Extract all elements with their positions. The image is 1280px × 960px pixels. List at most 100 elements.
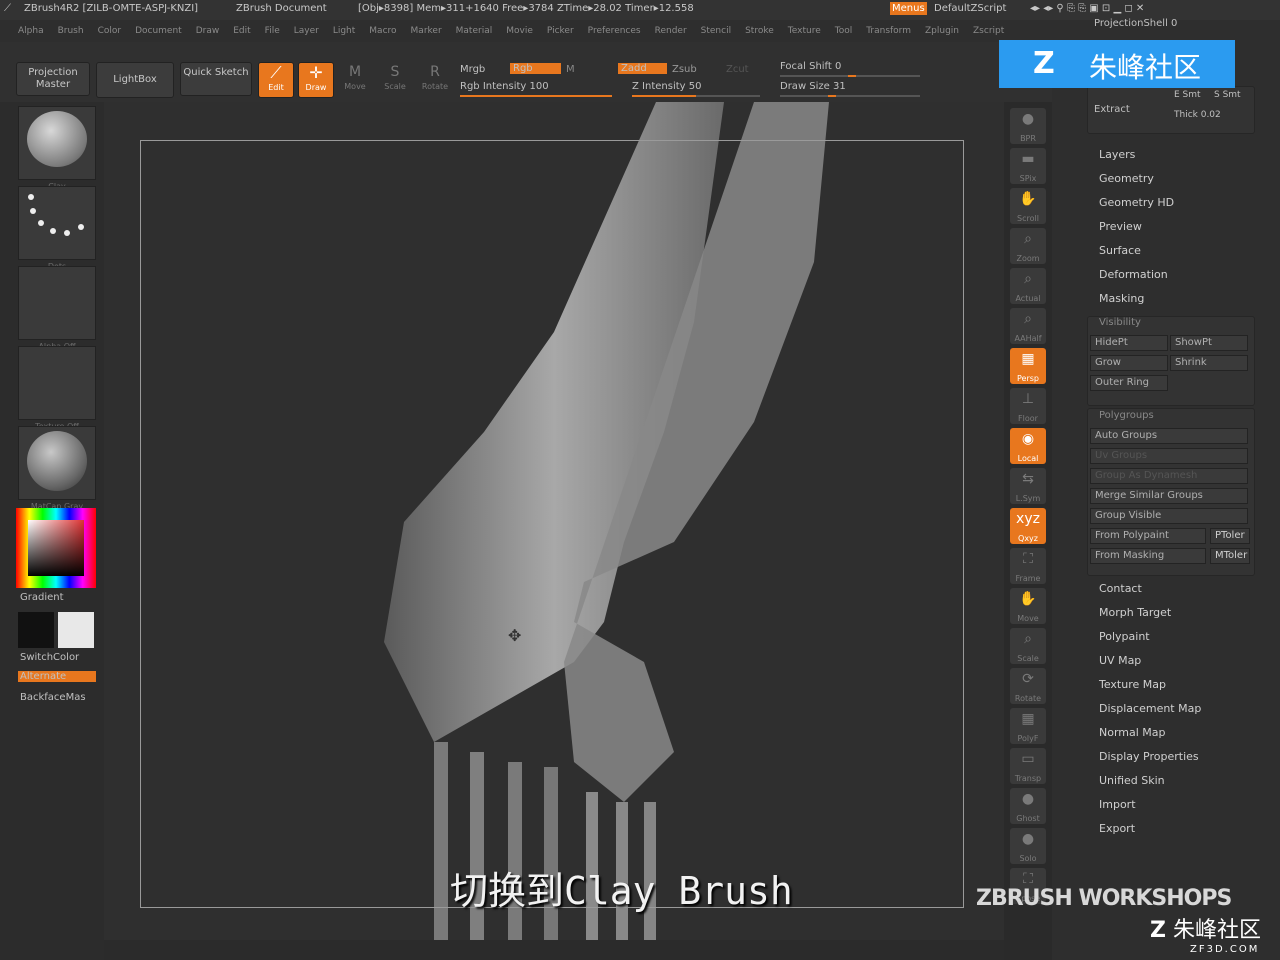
move-button[interactable]: ✋ Move <box>1010 588 1046 624</box>
menu-item[interactable]: Marker <box>411 26 442 36</box>
menu-item[interactable]: Zscript <box>973 26 1004 36</box>
gradient-label[interactable]: Gradient <box>20 592 64 603</box>
aahalf-button[interactable]: ⌕ AAHalf <box>1010 308 1046 344</box>
group-visible-button[interactable]: Group Visible <box>1090 508 1248 524</box>
brush-thumbnail[interactable]: Clay <box>18 106 96 191</box>
menu-item[interactable]: Color <box>98 26 122 36</box>
section-masking[interactable]: Masking <box>1099 292 1144 305</box>
zsub-button[interactable]: Zsub <box>672 64 697 75</box>
zadd-button[interactable]: Zadd <box>618 63 667 74</box>
section-uv-map[interactable]: UV Map <box>1099 654 1141 667</box>
l-sym-button[interactable]: ⇆ L.Sym <box>1010 468 1046 504</box>
rotate-button[interactable]: ⟳ Rotate <box>1010 668 1046 704</box>
rgb-intensity-slider[interactable] <box>460 95 612 97</box>
z-intensity-slider[interactable] <box>632 95 760 97</box>
draw-size-slider[interactable] <box>780 95 920 97</box>
scroll-button[interactable]: ✋ Scroll <box>1010 188 1046 224</box>
section-geometry[interactable]: Geometry <box>1099 172 1154 185</box>
alpha-thumbnail[interactable]: Alpha Off <box>18 266 96 351</box>
ptoler-slider[interactable]: PToler <box>1210 528 1250 544</box>
floor-button[interactable]: ⊥ Floor <box>1010 388 1046 424</box>
s-smt-slider[interactable]: S Smt <box>1214 90 1241 100</box>
menu-item[interactable]: Document <box>135 26 182 36</box>
draw-button[interactable]: ✛ Draw <box>298 62 334 98</box>
section-normal-map[interactable]: Normal Map <box>1099 726 1166 739</box>
draw-size-label[interactable]: Draw Size 31 <box>780 81 846 92</box>
section-morph-target[interactable]: Morph Target <box>1099 606 1171 619</box>
section-surface[interactable]: Surface <box>1099 244 1141 257</box>
section-geometry-hd[interactable]: Geometry HD <box>1099 196 1174 209</box>
move-button[interactable]: M Move <box>338 62 372 96</box>
auto-groups-button[interactable]: Auto Groups <box>1090 428 1248 444</box>
edit-button[interactable]: ⟋ Edit <box>258 62 294 98</box>
focal-shift-slider[interactable] <box>780 75 920 77</box>
menu-item[interactable]: Movie <box>506 26 533 36</box>
menu-item[interactable]: Brush <box>58 26 84 36</box>
section-texture-map[interactable]: Texture Map <box>1099 678 1166 691</box>
actual-button[interactable]: ⌕ Actual <box>1010 268 1046 304</box>
window-icons[interactable]: ◂▸ ◂▸ ⚲ ⎘ ⎘ ▣ ⊡ ▁ ◻ ✕ <box>1030 3 1144 14</box>
menu-item[interactable]: Draw <box>196 26 220 36</box>
polyf-button[interactable]: ▦ PolyF <box>1010 708 1046 744</box>
rgb-button[interactable]: Rgb <box>510 63 561 74</box>
scale-button[interactable]: ⌕ Scale <box>1010 628 1046 664</box>
menu-item[interactable]: Stencil <box>701 26 731 36</box>
mtoler-slider[interactable]: MToler <box>1210 548 1250 564</box>
menu-item[interactable]: Edit <box>233 26 250 36</box>
lightbox-button[interactable]: LightBox <box>96 62 174 98</box>
merge-similar-groups-button[interactable]: Merge Similar Groups <box>1090 488 1248 504</box>
e-smt-slider[interactable]: E Smt <box>1174 90 1201 100</box>
thick-slider[interactable]: Thick 0.02 <box>1174 110 1221 120</box>
section-export[interactable]: Export <box>1099 822 1135 835</box>
grow-button[interactable]: Grow <box>1090 355 1168 371</box>
ghost-button[interactable]: ● Ghost <box>1010 788 1046 824</box>
section-displacement-map[interactable]: Displacement Map <box>1099 702 1201 715</box>
menu-item[interactable]: Picker <box>547 26 574 36</box>
menu-item[interactable]: Layer <box>294 26 319 36</box>
section-import[interactable]: Import <box>1099 798 1136 811</box>
polygroups-title[interactable]: Polygroups <box>1099 410 1154 421</box>
projection-shell-slider[interactable]: ProjectionShell 0 <box>1094 18 1177 29</box>
section-deformation[interactable]: Deformation <box>1099 268 1168 281</box>
menu-item[interactable]: Texture <box>788 26 821 36</box>
mrgb-button[interactable]: Mrgb <box>460 64 485 75</box>
section-display-properties[interactable]: Display Properties <box>1099 750 1199 763</box>
rgb-intensity-label[interactable]: Rgb Intensity 100 <box>460 81 549 92</box>
from-masking-button[interactable]: From Masking <box>1090 548 1206 564</box>
material-thumbnail[interactable]: MatCap Gray <box>18 426 96 511</box>
scale-button[interactable]: S Scale <box>378 62 412 96</box>
outer-ring-button[interactable]: Outer Ring <box>1090 375 1168 391</box>
showpt-button[interactable]: ShowPt <box>1170 335 1248 351</box>
menu-item[interactable]: Light <box>333 26 355 36</box>
color-square[interactable] <box>28 520 84 576</box>
section-polypaint[interactable]: Polypaint <box>1099 630 1150 643</box>
visibility-title[interactable]: Visibility <box>1099 317 1141 328</box>
spix-button[interactable]: ▬ SPix <box>1010 148 1046 184</box>
secondary-color-swatch[interactable] <box>58 612 94 648</box>
default-zscript[interactable]: DefaultZScript <box>934 3 1006 14</box>
color-picker[interactable] <box>16 508 96 588</box>
menu-item[interactable]: Tool <box>835 26 852 36</box>
frame-button[interactable]: ⛶ Frame <box>1010 548 1046 584</box>
m-button[interactable]: M <box>566 64 575 75</box>
hidept-button[interactable]: HidePt <box>1090 335 1168 351</box>
stroke-thumbnail[interactable]: Dots <box>18 186 96 271</box>
bpr-button[interactable]: ● BPR <box>1010 108 1046 144</box>
menu-item[interactable]: Transform <box>866 26 911 36</box>
backface-mask-button[interactable]: BackfaceMas <box>20 692 86 703</box>
persp-button[interactable]: ▦ Persp <box>1010 348 1046 384</box>
from-polypaint-button[interactable]: From Polypaint <box>1090 528 1206 544</box>
focal-shift-label[interactable]: Focal Shift 0 <box>780 61 841 72</box>
section-unified-skin[interactable]: Unified Skin <box>1099 774 1165 787</box>
qxyz-button[interactable]: xyz Qxyz <box>1010 508 1046 544</box>
section-layers[interactable]: Layers <box>1099 148 1135 161</box>
z-intensity-label[interactable]: Z Intensity 50 <box>632 81 701 92</box>
switchcolor-button[interactable]: SwitchColor <box>20 652 79 663</box>
group-as-dynamesh-button[interactable]: Group As Dynamesh <box>1090 468 1248 484</box>
rotate-button[interactable]: R Rotate <box>418 62 452 96</box>
menu-item[interactable]: Render <box>655 26 687 36</box>
menu-item[interactable]: Stroke <box>745 26 774 36</box>
menu-item[interactable]: Material <box>456 26 493 36</box>
section-preview[interactable]: Preview <box>1099 220 1142 233</box>
zoom-button[interactable]: ⌕ Zoom <box>1010 228 1046 264</box>
